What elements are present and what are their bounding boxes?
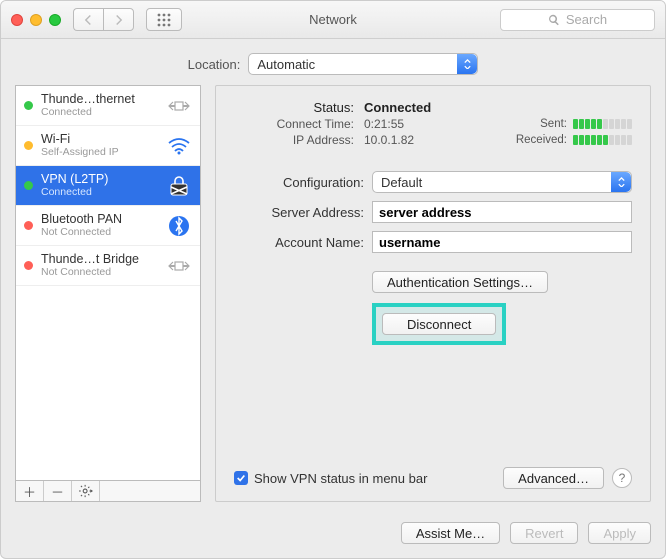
sent-meter [573, 119, 632, 129]
window-controls [11, 14, 61, 26]
search-placeholder: Search [566, 12, 607, 27]
status-value: Connected [364, 100, 464, 115]
location-value: Automatic [257, 57, 315, 72]
sidebar-item-thunderbolt-ethernet[interactable]: Thunde…thernet Connected [16, 86, 200, 126]
history-nav [73, 8, 134, 31]
status-dot-icon [24, 261, 33, 270]
status-label: Status: [234, 100, 354, 115]
chevron-right-icon [114, 15, 123, 25]
form-section: Configuration: Default Server Address: A… [234, 171, 632, 253]
configuration-select[interactable]: Default [372, 171, 632, 193]
detail-panel: Status: Connected Connect Time: 0:21:55 … [215, 85, 651, 502]
dropdown-chevron-icon [457, 54, 477, 74]
dropdown-chevron-icon [611, 172, 631, 192]
grid-icon [157, 13, 171, 27]
show-vpn-status-checkbox[interactable]: Show VPN status in menu bar [234, 471, 427, 486]
server-address-label: Server Address: [234, 205, 364, 220]
show-all-button[interactable] [146, 8, 182, 31]
ethernet-icon [166, 95, 192, 117]
configuration-value: Default [381, 175, 422, 190]
connect-time-value: 0:21:55 [364, 117, 464, 131]
checkbox-checked-icon [234, 471, 248, 485]
status-dot-icon [24, 221, 33, 230]
connect-time-label: Connect Time: [234, 117, 354, 131]
sidebar-item-thunderbolt-bridge[interactable]: Thunde…t Bridge Not Connected [16, 246, 200, 286]
back-button[interactable] [73, 8, 103, 31]
ip-label: IP Address: [234, 133, 354, 147]
assist-me-button[interactable]: Assist Me… [401, 522, 500, 544]
interface-action-menu[interactable] [72, 481, 100, 501]
window-title: Network [309, 12, 357, 27]
interface-status: Self-Assigned IP [41, 147, 158, 159]
location-select[interactable]: Automatic [248, 53, 478, 75]
interface-status: Not Connected [41, 227, 158, 239]
revert-button[interactable]: Revert [510, 522, 578, 544]
vpn-lock-icon [166, 175, 192, 197]
search-icon [548, 14, 560, 26]
status-dot-icon [24, 101, 33, 110]
interface-name: Thunde…t Bridge [41, 253, 158, 267]
status-dot-icon [24, 181, 33, 190]
gear-icon [79, 484, 93, 498]
account-name-label: Account Name: [234, 235, 364, 250]
location-label: Location: [188, 57, 241, 72]
wifi-icon [166, 135, 192, 157]
sidebar-item-bluetooth-pan[interactable]: Bluetooth PAN Not Connected [16, 206, 200, 246]
sent-label: Sent: [540, 118, 567, 130]
server-address-input[interactable] [372, 201, 632, 223]
advanced-button[interactable]: Advanced… [503, 467, 604, 489]
sidebar-footer: ＋ － [15, 480, 201, 502]
authentication-settings-button[interactable]: Authentication Settings… [372, 271, 548, 293]
ip-value: 10.0.1.82 [364, 133, 464, 147]
remove-interface-button[interactable]: － [44, 481, 72, 501]
close-window-button[interactable] [11, 14, 23, 26]
interface-status: Connected [41, 107, 158, 119]
ethernet-icon [166, 255, 192, 277]
interface-status: Connected [41, 187, 158, 199]
status-dot-icon [24, 141, 33, 150]
bluetooth-icon [166, 215, 192, 237]
configuration-label: Configuration: [234, 175, 364, 190]
interface-name: VPN (L2TP) [41, 173, 158, 187]
titlebar: Network Search [1, 1, 665, 39]
status-section: Status: Connected Connect Time: 0:21:55 … [234, 100, 632, 147]
tutorial-highlight: Disconnect [372, 303, 506, 345]
location-row: Location: Automatic [1, 39, 665, 85]
network-preferences-window: Network Search Location: Automatic Thund… [0, 0, 666, 559]
panel-bottom-row: Show VPN status in menu bar Advanced… ? [234, 467, 632, 489]
received-label: Received: [516, 134, 567, 146]
show-vpn-status-label: Show VPN status in menu bar [254, 471, 427, 486]
account-name-input[interactable] [372, 231, 632, 253]
help-button[interactable]: ? [612, 468, 632, 488]
apply-button[interactable]: Apply [588, 522, 651, 544]
search-input[interactable]: Search [500, 9, 655, 31]
interface-list[interactable]: Thunde…thernet Connected Wi-Fi Self-Assi… [15, 85, 201, 480]
received-meter [573, 135, 632, 145]
interface-name: Thunde…thernet [41, 93, 158, 107]
interface-name: Bluetooth PAN [41, 213, 158, 227]
add-interface-button[interactable]: ＋ [16, 481, 44, 501]
sidebar-container: Thunde…thernet Connected Wi-Fi Self-Assi… [15, 85, 201, 502]
disconnect-button[interactable]: Disconnect [382, 313, 496, 335]
sidebar-item-vpn-l2tp[interactable]: VPN (L2TP) Connected [16, 166, 200, 206]
forward-button[interactable] [103, 8, 134, 31]
chevron-left-icon [84, 15, 93, 25]
window-footer: Assist Me… Revert Apply [1, 512, 665, 558]
sidebar-item-wifi[interactable]: Wi-Fi Self-Assigned IP [16, 126, 200, 166]
interface-name: Wi-Fi [41, 133, 158, 147]
minimize-window-button[interactable] [30, 14, 42, 26]
zoom-window-button[interactable] [49, 14, 61, 26]
content-area: Thunde…thernet Connected Wi-Fi Self-Assi… [1, 85, 665, 512]
interface-status: Not Connected [41, 267, 158, 279]
action-buttons: Authentication Settings… Disconnect [372, 271, 632, 345]
